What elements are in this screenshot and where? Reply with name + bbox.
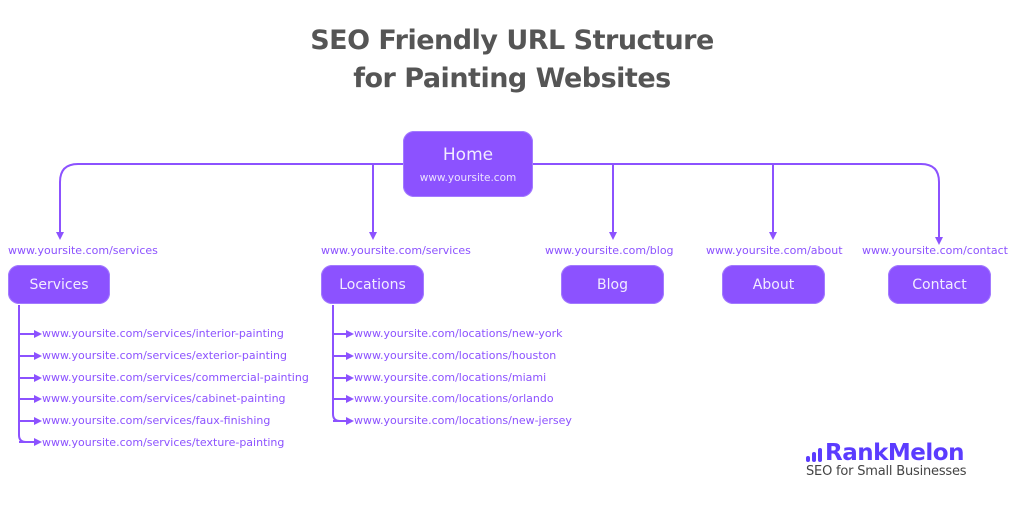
blog-node[interactable]: Blog <box>561 265 664 304</box>
services-url: www.yoursite.com/services <box>8 244 158 257</box>
home-label: Home <box>442 144 494 165</box>
locations-child-url: www.yoursite.com/locations/miami <box>354 371 547 384</box>
services-child-url: www.yoursite.com/services/texture-painti… <box>42 436 285 449</box>
locations-child-url: www.yoursite.com/locations/new-york <box>354 327 563 340</box>
locations-url: www.yoursite.com/services <box>321 244 471 257</box>
contact-url: www.yoursite.com/contact <box>862 244 1008 257</box>
locations-child-url: www.yoursite.com/locations/orlando <box>354 392 554 405</box>
blog-url: www.yoursite.com/blog <box>545 244 674 257</box>
connector-home-contact <box>532 163 943 245</box>
brand-tagline: SEO for Small Businesses <box>806 464 967 479</box>
home-node[interactable]: Home www.yoursite.com <box>403 131 533 197</box>
home-url: www.yoursite.com <box>419 171 517 184</box>
connector-home-services <box>56 163 404 240</box>
connector-locations-tree <box>332 305 346 422</box>
services-child-url: www.yoursite.com/services/faux-finishing <box>42 414 271 427</box>
bar-chart-icon <box>806 448 822 462</box>
contact-node[interactable]: Contact <box>888 265 991 304</box>
services-label: Services <box>29 276 89 293</box>
about-url: www.yoursite.com/about <box>706 244 843 257</box>
services-child-url: www.yoursite.com/services/cabinet-painti… <box>42 392 286 405</box>
locations-child-url: www.yoursite.com/locations/houston <box>354 349 557 362</box>
about-label: About <box>752 276 795 293</box>
blog-label: Blog <box>597 276 628 293</box>
locations-child-url: www.yoursite.com/locations/new-jersey <box>354 414 572 427</box>
locations-node[interactable]: Locations <box>321 265 424 304</box>
services-child-url: www.yoursite.com/services/interior-paint… <box>42 327 284 340</box>
brand-name: RankMelon <box>825 440 964 466</box>
locations-label: Locations <box>339 276 406 293</box>
services-node[interactable]: Services <box>8 265 110 304</box>
services-child-url: www.yoursite.com/services/commercial-pai… <box>42 371 309 384</box>
about-node[interactable]: About <box>722 265 825 304</box>
brand-logo: RankMelon SEO for Small Businesses <box>806 440 967 479</box>
services-child-url: www.yoursite.com/services/exterior-paint… <box>42 349 287 362</box>
contact-label: Contact <box>912 276 967 293</box>
